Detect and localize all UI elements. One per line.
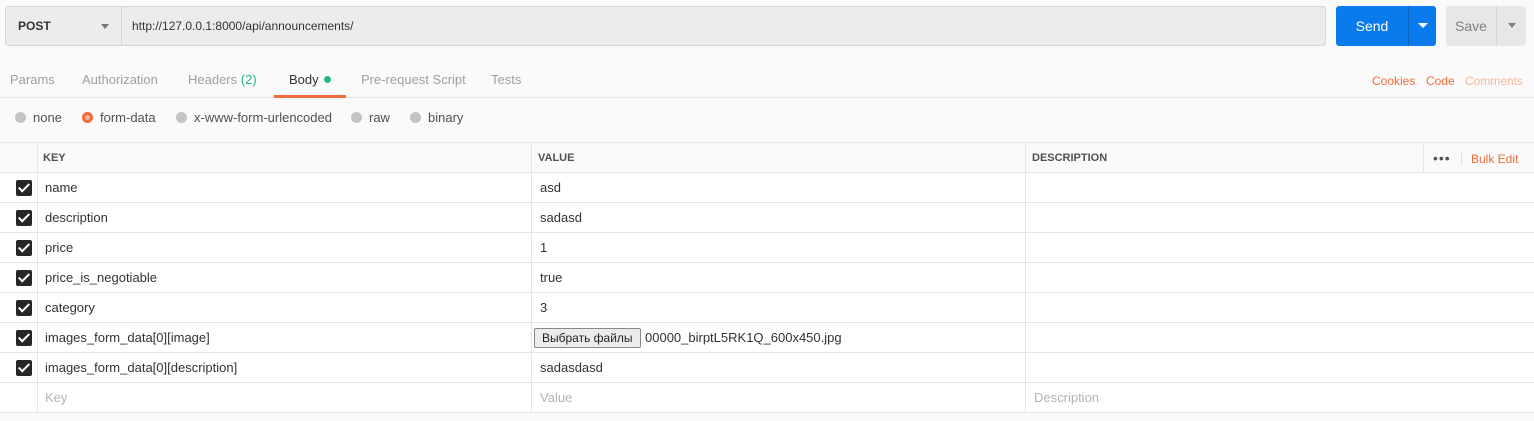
table-row: description sadasd [0, 203, 1534, 233]
row-key[interactable]: category [45, 300, 95, 315]
radio-label: form-data [100, 110, 156, 125]
radio-circle-icon [176, 112, 187, 123]
table-row: images_form_data[0][description] sadasda… [0, 353, 1534, 383]
comments-link[interactable]: Comments [1465, 74, 1523, 88]
bulk-edit-link[interactable]: Bulk Edit [1471, 152, 1518, 166]
row-key[interactable]: name [45, 180, 78, 195]
row-value[interactable]: asd [540, 180, 561, 195]
table-row: price 1 [0, 233, 1534, 263]
tab-params[interactable]: Params [10, 72, 55, 87]
request-bar: POST http://127.0.0.1:8000/api/announcem… [0, 0, 1534, 54]
radio-label: none [33, 110, 62, 125]
radio-raw[interactable]: raw [351, 110, 390, 125]
request-tabs: Params Authorization Headers (2) Body Pr… [0, 60, 1534, 98]
tab-tests[interactable]: Tests [491, 72, 521, 87]
tab-body-label: Body [289, 72, 319, 87]
divider [1461, 151, 1462, 165]
header-value: VALUE [538, 152, 575, 164]
column-divider [531, 142, 532, 412]
radio-label: binary [428, 110, 464, 125]
selected-file-name: 00000_birptL5RK1Q_600x450.jpg [645, 330, 842, 345]
chevron-down-icon [1508, 23, 1516, 28]
column-divider [1423, 142, 1424, 173]
header-key: KEY [43, 152, 66, 164]
new-description-input[interactable]: Description [1034, 390, 1099, 405]
row-key[interactable]: description [45, 210, 108, 225]
radio-circle-icon [15, 112, 26, 123]
radio-x-www-form-urlencoded[interactable]: x-www-form-urlencoded [176, 110, 332, 125]
send-options-button[interactable] [1408, 6, 1436, 46]
save-options-button[interactable] [1496, 6, 1526, 46]
radio-label: x-www-form-urlencoded [194, 110, 332, 125]
table-row: category 3 [0, 293, 1534, 323]
row-value[interactable]: 1 [540, 240, 547, 255]
row-value[interactable]: true [540, 270, 562, 285]
radio-binary[interactable]: binary [410, 110, 463, 125]
code-link[interactable]: Code [1426, 74, 1455, 88]
row-key[interactable]: price [45, 240, 73, 255]
choose-file-button[interactable]: Выбрать файлы [534, 328, 641, 348]
active-dot-icon [323, 76, 331, 83]
row-value[interactable]: sadasd [540, 210, 582, 225]
table-row: price_is_negotiable true [0, 263, 1534, 293]
active-tab-indicator [274, 95, 346, 98]
row-value[interactable]: 3 [540, 300, 547, 315]
row-checkbox[interactable] [16, 210, 32, 226]
cookies-link[interactable]: Cookies [1372, 74, 1415, 88]
url-input[interactable]: http://127.0.0.1:8000/api/announcements/ [122, 6, 1326, 46]
new-value-input[interactable]: Value [540, 390, 572, 405]
new-row: Key Value Description [0, 383, 1534, 413]
method-label: POST [18, 19, 51, 33]
tab-body[interactable]: Body [289, 72, 331, 87]
chevron-down-icon [101, 24, 109, 29]
radio-selected-icon [82, 112, 93, 123]
column-divider [1025, 142, 1026, 412]
new-key-input[interactable]: Key [45, 390, 67, 405]
row-checkbox[interactable] [16, 360, 32, 376]
row-key[interactable]: images_form_data[0][image] [45, 330, 210, 345]
body-mode-radios: none form-data x-www-form-urlencoded raw… [0, 104, 1534, 132]
tab-authorization[interactable]: Authorization [82, 72, 158, 87]
row-value[interactable]: sadasdasd [540, 360, 603, 375]
chevron-down-icon [1418, 23, 1428, 28]
row-checkbox[interactable] [16, 180, 32, 196]
row-checkbox[interactable] [16, 270, 32, 286]
tab-headers[interactable]: Headers (2) [188, 72, 257, 87]
radio-circle-icon [351, 112, 362, 123]
headers-count-badge: (2) [240, 72, 257, 87]
radio-label: raw [369, 110, 390, 125]
row-key[interactable]: price_is_negotiable [45, 270, 157, 285]
row-checkbox[interactable] [16, 330, 32, 346]
column-divider [37, 142, 38, 412]
send-button[interactable]: Send [1336, 6, 1408, 46]
tab-headers-label: Headers [188, 72, 238, 87]
table-row: images_form_data[0][image] Выбрать файлы… [0, 323, 1534, 353]
row-checkbox[interactable] [16, 300, 32, 316]
radio-circle-icon [410, 112, 421, 123]
row-key[interactable]: images_form_data[0][description] [45, 360, 237, 375]
header-description: DESCRIPTION [1032, 152, 1108, 164]
tab-pre-request-script[interactable]: Pre-request Script [361, 72, 466, 87]
table-header: KEY VALUE DESCRIPTION ••• Bulk Edit [0, 142, 1534, 173]
save-button[interactable]: Save [1446, 6, 1496, 46]
radio-form-data[interactable]: form-data [82, 110, 156, 125]
method-select[interactable]: POST [5, 6, 122, 46]
radio-none[interactable]: none [15, 110, 62, 125]
row-checkbox[interactable] [16, 240, 32, 256]
more-options-icon[interactable]: ••• [1433, 150, 1451, 166]
table-row: name asd [0, 173, 1534, 203]
